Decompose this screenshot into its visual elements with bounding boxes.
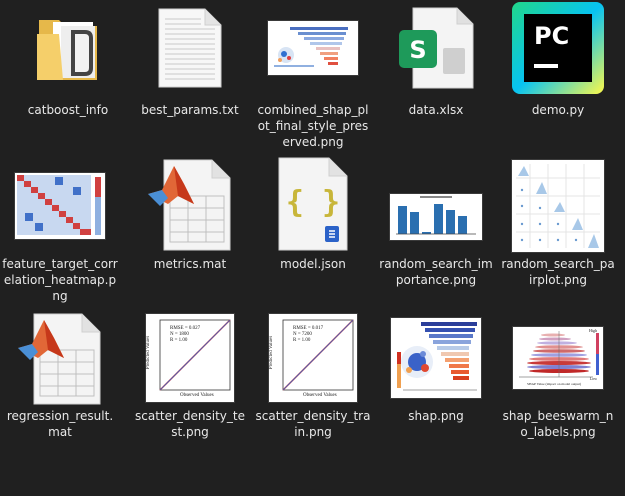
file-label: best_params.txt: [141, 103, 239, 117]
file-label: catboost_info: [27, 103, 109, 117]
x-axis-label: SHAP Value (impact on model output): [527, 382, 582, 386]
pycharm-icon: PC: [500, 2, 616, 94]
image-thumbnail: RMSE = 0.027 N = 1800 R = 1.00 Predicted…: [132, 312, 248, 404]
file-label: metrics.mat: [153, 257, 227, 271]
excel-icon: S: [378, 2, 494, 94]
folder-icon: [10, 2, 126, 94]
low-label: Low: [589, 376, 597, 381]
svg-text:PC: PC: [534, 22, 569, 50]
image-thumbnail: [500, 158, 616, 254]
y-axis-label: Predicted Values: [269, 335, 275, 370]
file-label: random_search_importance.png: [379, 257, 493, 287]
matlab-file-icon: [2, 312, 118, 405]
x-axis-label: Observed Values: [180, 393, 214, 398]
image-thumbnail: High Low SHAP Value (impact on model out…: [500, 312, 616, 404]
high-label: High: [589, 328, 597, 333]
r-text: R = 1.00: [293, 338, 311, 343]
r-text: R = 1.00: [170, 338, 188, 343]
image-thumbnail: [2, 160, 118, 252]
image-thumbnail: [378, 182, 494, 252]
image-thumbnail: [255, 2, 371, 94]
file-label: scatter_density_train.png: [255, 409, 371, 439]
file-label: model.json: [280, 257, 346, 271]
file-label: shap.png: [408, 409, 464, 423]
svg-text:{ }: { }: [286, 185, 340, 220]
matlab-file-icon: [132, 158, 248, 251]
image-thumbnail: [378, 312, 494, 404]
file-label: demo.py: [531, 103, 585, 117]
file-label: feature_target_correlation_heatmap.png: [2, 257, 118, 303]
file-label: regression_result.mat: [6, 409, 114, 439]
file-label: shap_beeswarm_no_labels.png: [502, 409, 614, 439]
y-axis-label: Predicted Values: [146, 335, 152, 370]
x-axis-label: Observed Values: [303, 393, 337, 398]
file-label: random_search_pairplot.png: [501, 257, 615, 287]
svg-text:S: S: [409, 36, 426, 64]
file-label: combined_shap_plot_final_style_preserved…: [257, 103, 369, 149]
text-file-icon: [132, 2, 248, 94]
json-file-icon: { }: [255, 157, 371, 251]
image-thumbnail: RMSE = 0.017 N = 7200 R = 1.00 Predicted…: [255, 312, 371, 404]
file-label: data.xlsx: [408, 103, 464, 117]
file-label: scatter_density_test.png: [134, 409, 245, 439]
